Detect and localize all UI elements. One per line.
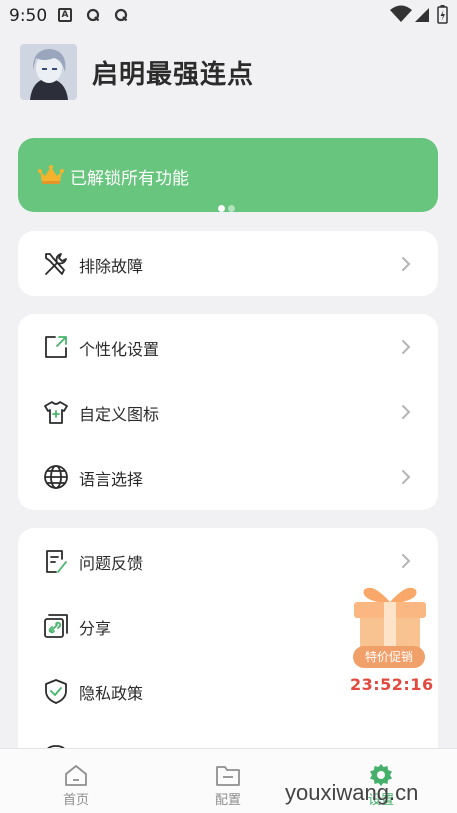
troubleshoot-card: 排除故障 bbox=[18, 231, 438, 296]
menu-item-troubleshoot[interactable]: 排除故障 bbox=[18, 231, 438, 296]
menu-item-personalization[interactable]: 个性化设置 bbox=[18, 314, 438, 379]
menu-item-label: 自定义图标 bbox=[79, 405, 160, 424]
nav-tab-config[interactable]: 配置 bbox=[178, 749, 278, 813]
shield-check-icon bbox=[45, 679, 67, 704]
wifi-icon bbox=[390, 5, 412, 22]
nav-label: 配置 bbox=[214, 793, 241, 808]
globe-icon bbox=[44, 465, 68, 489]
menu-item-label: 排除故障 bbox=[79, 257, 144, 276]
battery-icon bbox=[437, 5, 448, 24]
menu-item-label: 语言选择 bbox=[79, 470, 144, 489]
chevron-right-icon bbox=[402, 554, 411, 568]
promo-countdown: 23:52:16 bbox=[350, 675, 434, 694]
page-dot[interactable] bbox=[228, 205, 235, 212]
personalization-card: 个性化设置 自定义图标 语言选择 bbox=[18, 314, 438, 510]
chevron-right-icon bbox=[402, 257, 411, 271]
menu-item-label: 问题反馈 bbox=[79, 554, 144, 573]
menu-item-language[interactable]: 语言选择 bbox=[18, 444, 438, 509]
status-time: 9:50 bbox=[9, 6, 48, 26]
unlock-banner[interactable]: 已解锁所有功能 bbox=[18, 138, 438, 212]
page-dot-active[interactable] bbox=[218, 205, 225, 212]
chevron-right-icon bbox=[402, 405, 411, 419]
nav-tab-home[interactable]: 首页 bbox=[26, 749, 126, 813]
chevron-right-icon bbox=[402, 470, 411, 484]
menu-item-label: 个性化设置 bbox=[79, 340, 160, 359]
menu-item-label: 隐私政策 bbox=[79, 684, 144, 703]
folder-icon bbox=[216, 766, 240, 786]
menu-item-custom-icon[interactable]: 自定义图标 bbox=[18, 379, 438, 444]
promo-badge[interactable]: 特价促销 bbox=[353, 646, 425, 668]
menu-item-label: 分享 bbox=[79, 619, 112, 638]
avatar[interactable] bbox=[20, 44, 77, 100]
notification-a-icon: A bbox=[58, 8, 72, 22]
banner-pagination[interactable] bbox=[218, 197, 238, 216]
home-icon bbox=[65, 765, 87, 786]
status-bar: 9:50 A bbox=[0, 0, 457, 32]
notification-q-icon bbox=[114, 8, 128, 22]
chevron-right-icon bbox=[402, 340, 411, 354]
tshirt-icon bbox=[44, 401, 68, 424]
crown-icon bbox=[38, 165, 64, 184]
share-link-icon bbox=[44, 614, 68, 638]
notification-q-icon bbox=[86, 8, 100, 22]
signal-icon bbox=[415, 8, 429, 22]
gift-box-icon bbox=[354, 587, 426, 652]
nav-label: 首页 bbox=[62, 793, 89, 808]
feedback-document-icon bbox=[46, 550, 67, 573]
banner-text: 已解锁所有功能 bbox=[70, 169, 189, 189]
promo-widget[interactable]: 特价促销 23:52:16 bbox=[344, 580, 436, 700]
wrench-screwdriver-icon bbox=[45, 253, 67, 275]
page-title: 启明最强连点 bbox=[92, 60, 255, 90]
watermark: youxiwang.cn bbox=[285, 780, 419, 805]
external-link-icon bbox=[45, 336, 67, 358]
